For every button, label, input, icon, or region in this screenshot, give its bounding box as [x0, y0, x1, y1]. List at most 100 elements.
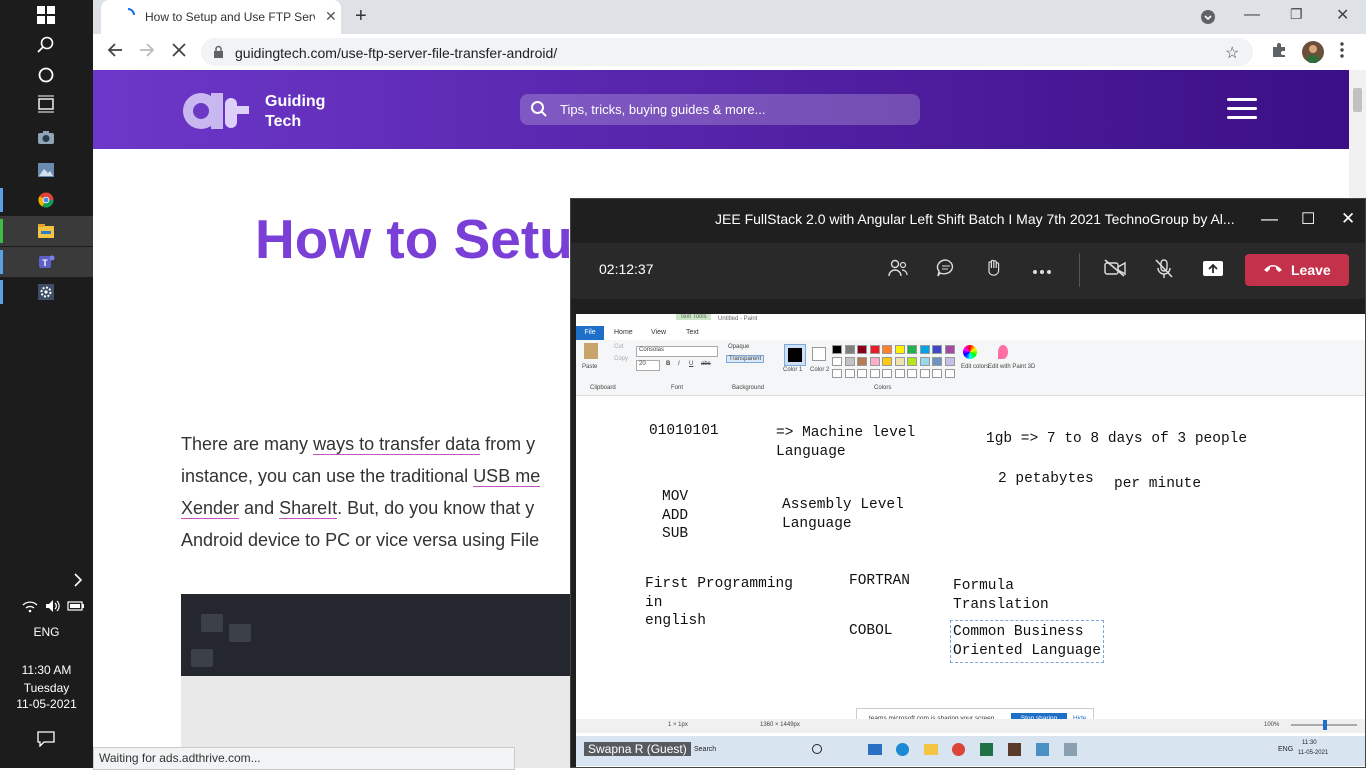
bold-button[interactable]: B [666, 361, 670, 367]
guiding-tech-logo-icon[interactable] [181, 90, 251, 132]
zoom-slider[interactable] [1291, 720, 1357, 730]
chrome-icon[interactable] [36, 190, 56, 210]
share-screen-icon[interactable] [1202, 259, 1224, 282]
article-link[interactable]: ways to transfer data [313, 434, 481, 455]
file-explorer-icon[interactable] [36, 221, 56, 241]
more-actions-icon[interactable] [1032, 259, 1052, 280]
site-search-input[interactable]: Tips, tricks, buying guides & more... [520, 94, 920, 125]
restore-icon[interactable]: ❐ [1290, 6, 1303, 23]
italic-button[interactable]: I [678, 361, 680, 367]
palette-swatch[interactable] [932, 345, 942, 354]
palette-swatch[interactable] [944, 345, 955, 354]
search-icon[interactable] [36, 35, 56, 55]
wifi-icon[interactable] [20, 596, 40, 616]
palette-swatch[interactable] [894, 357, 905, 366]
new-tab-icon[interactable]: + [355, 5, 367, 28]
article-link[interactable]: USB me [473, 466, 541, 487]
palette-swatch[interactable] [907, 369, 917, 378]
palette-swatch[interactable] [932, 369, 942, 378]
bookmark-star-icon[interactable]: ☆ [1225, 43, 1239, 63]
paint3d-icon[interactable] [998, 345, 1008, 359]
palette-swatch[interactable] [894, 345, 905, 354]
opaque-option[interactable]: Opaque [728, 344, 749, 350]
hamburger-menu-icon[interactable] [1227, 98, 1257, 120]
palette-swatch[interactable] [907, 345, 917, 354]
palette-swatch[interactable] [844, 369, 855, 378]
palette-swatch[interactable] [919, 357, 930, 366]
forward-arrow-icon[interactable] [139, 42, 155, 63]
palette-swatch[interactable] [894, 369, 905, 378]
palette-swatch[interactable] [944, 369, 955, 378]
language-indicator[interactable]: ENG [0, 625, 93, 639]
minimize-icon[interactable]: — [1261, 209, 1278, 229]
profile-avatar[interactable] [1302, 41, 1324, 63]
site-logo-text[interactable]: Guiding Tech [265, 92, 325, 132]
scrollbar-thumb[interactable] [1353, 88, 1362, 112]
battery-icon[interactable] [66, 596, 86, 616]
paint-tab-view[interactable]: View [651, 329, 666, 336]
notifications-icon[interactable] [36, 729, 56, 749]
browser-tab[interactable]: How to Setup and Use FTP Serve ✕ [101, 0, 341, 34]
camera-app-icon[interactable] [36, 127, 56, 147]
palette-swatch[interactable] [832, 369, 842, 378]
palette-swatch[interactable] [857, 357, 867, 366]
palette-swatch[interactable] [857, 345, 867, 354]
paint-tab-file[interactable]: File [576, 326, 604, 340]
photos-app-icon[interactable] [36, 160, 56, 180]
stop-loading-icon[interactable] [171, 42, 187, 63]
palette-swatch[interactable] [869, 345, 880, 354]
paint-tab-home[interactable]: Home [614, 329, 633, 336]
paste-icon[interactable] [584, 343, 598, 359]
mic-off-icon[interactable] [1154, 259, 1174, 284]
close-window-icon[interactable]: ✕ [1336, 5, 1349, 25]
address-bar[interactable]: guidingtech.com/use-ftp-server-file-tran… [201, 38, 1253, 66]
extensions-puzzle-icon[interactable] [1271, 42, 1287, 63]
transparent-option[interactable]: Transparent [726, 355, 765, 363]
volume-icon[interactable] [43, 596, 63, 616]
clock-time[interactable]: 11:30 AM [0, 663, 93, 677]
color-palette[interactable] [832, 345, 962, 381]
page-scrollbar[interactable] [1349, 70, 1366, 200]
palette-swatch[interactable] [869, 357, 880, 366]
cut-label[interactable]: Cut [614, 344, 623, 350]
raise-hand-icon[interactable] [984, 259, 1004, 282]
back-arrow-icon[interactable] [107, 42, 123, 63]
windows-start-icon[interactable] [36, 5, 56, 25]
close-icon[interactable]: ✕ [1341, 209, 1355, 229]
article-link[interactable]: Xender [181, 498, 240, 519]
palette-swatch[interactable] [844, 345, 855, 354]
font-name-select[interactable]: Consolas [636, 346, 718, 357]
lock-icon[interactable] [213, 45, 224, 64]
strikethrough-button[interactable]: abc [701, 361, 711, 367]
leave-button[interactable]: Leave [1245, 254, 1349, 286]
palette-swatch[interactable] [919, 369, 930, 378]
text-box-selected[interactable]: Common Business Oriented Language [950, 620, 1104, 663]
maximize-icon[interactable]: ☐ [1301, 209, 1315, 229]
task-view-icon[interactable] [36, 94, 56, 114]
palette-swatch[interactable] [844, 357, 855, 366]
participants-icon[interactable] [888, 259, 908, 282]
article-link[interactable]: ShareIt [279, 498, 338, 519]
edit-colors-icon[interactable] [963, 345, 977, 359]
palette-swatch[interactable] [882, 369, 892, 378]
palette-swatch[interactable] [932, 357, 942, 366]
palette-swatch[interactable] [832, 357, 842, 366]
camera-off-icon[interactable] [1104, 259, 1126, 282]
copy-label[interactable]: Copy [614, 356, 628, 362]
teams-icon[interactable]: T [36, 252, 56, 272]
chrome-menu-icon[interactable] [1340, 42, 1344, 63]
cortana-icon[interactable] [36, 65, 56, 85]
settings-gear-icon[interactable] [36, 282, 56, 302]
paint-canvas[interactable]: 01010101 => Machine level Language 1gb =… [576, 396, 1365, 716]
palette-swatch[interactable] [882, 357, 892, 366]
color2-selector[interactable] [812, 347, 826, 361]
palette-swatch[interactable] [857, 369, 867, 378]
chat-icon[interactable] [936, 259, 956, 282]
palette-swatch[interactable] [944, 357, 955, 366]
underline-button[interactable]: U [689, 361, 693, 367]
palette-swatch[interactable] [907, 357, 917, 366]
tab-close-icon[interactable]: ✕ [325, 8, 337, 25]
palette-swatch[interactable] [869, 369, 880, 378]
color1-selector[interactable] [784, 344, 806, 366]
paint-tab-text[interactable]: Text [686, 329, 699, 336]
